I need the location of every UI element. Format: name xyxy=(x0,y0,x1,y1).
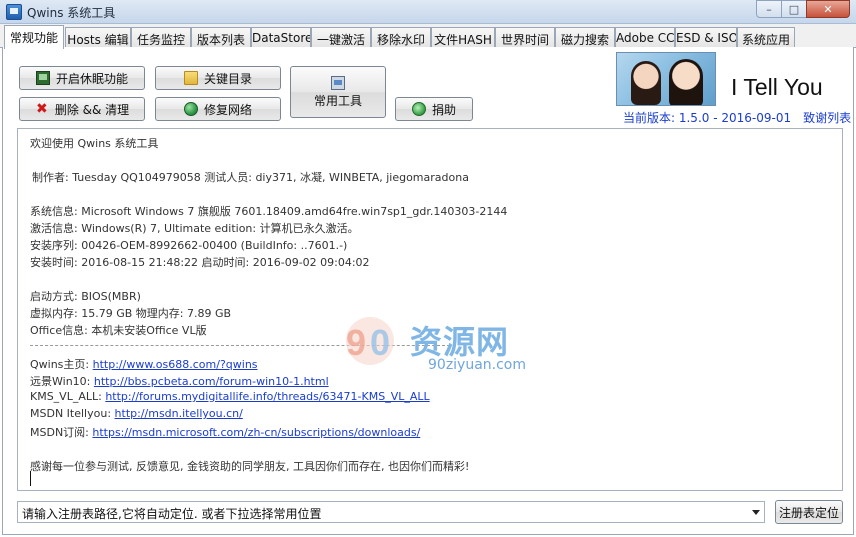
close-button[interactable]: ✕ xyxy=(806,0,850,18)
key-directories-button[interactable]: 关键目录 xyxy=(155,66,281,90)
minimize-button[interactable]: – xyxy=(756,0,782,18)
hibernate-button[interactable]: 开启休眠功能 xyxy=(19,66,145,90)
install-serial-line: 安装序列: 00426-OEM-8992662-00400 (BuildInfo… xyxy=(30,239,348,252)
tab-bar: 常规功能 Hosts 编辑 任务监控 版本列表 DataStore 一键激活 移… xyxy=(0,24,856,49)
thanks-list-link[interactable]: 致谢列表 xyxy=(803,111,851,125)
tab-datastore[interactable]: DataStore xyxy=(251,27,311,48)
install-time-line: 安装时间: 2016-08-15 21:48:22 启动时间: 2016-09-… xyxy=(30,256,370,269)
watermark-logo-icon: 9 0 xyxy=(346,317,394,365)
thanks-note-line: 感谢每一位参与测试, 反馈意见, 金钱资助的同学朋友, 工具因你们而存在, 也因… xyxy=(30,460,470,473)
link-label: KMS_VL_ALL: xyxy=(30,390,106,403)
window-title: Qwins 系统工具 xyxy=(27,6,116,20)
link-row-kms: KMS_VL_ALL: http://forums.mydigitallife.… xyxy=(30,390,430,403)
kms-vl-all-link[interactable]: http://forums.mydigitallife.info/threads… xyxy=(105,390,429,403)
link-label: MSDN订阅: xyxy=(30,426,93,439)
tab-file-hash[interactable]: 文件HASH xyxy=(431,27,495,48)
link-label: MSDN Itellyou: xyxy=(30,407,115,420)
tab-magnet-search[interactable]: 磁力搜索 xyxy=(555,27,615,48)
tools-icon xyxy=(331,75,345,90)
hibernate-button-label: 开启休眠功能 xyxy=(55,71,128,86)
pcbeta-win10-link[interactable]: http://bbs.pcbeta.com/forum-win10-1.html xyxy=(94,375,329,388)
link-row-itellyou: MSDN Itellyou: http://msdn.itellyou.cn/ xyxy=(30,407,243,420)
memory-line: 虚拟内存: 15.79 GB 物理内存: 7.89 GB xyxy=(30,307,232,320)
msdn-itellyou-link[interactable]: http://msdn.itellyou.cn/ xyxy=(115,407,243,420)
app-icon xyxy=(6,4,22,20)
delete-clean-button[interactable]: ✖ 删除 && 清理 xyxy=(19,97,145,121)
banner-image xyxy=(616,52,716,106)
tab-world-time[interactable]: 世界时间 xyxy=(495,27,555,48)
link-row-msdn: MSDN订阅: https://msdn.microsoft.com/zh-cn… xyxy=(30,424,420,440)
monitor-icon xyxy=(35,71,50,85)
tab-system-apps[interactable]: 系统应用 xyxy=(737,27,795,48)
dropdown-arrow-icon[interactable] xyxy=(752,510,760,515)
repair-network-button[interactable]: 修复网络 xyxy=(155,97,281,121)
registry-locate-button[interactable]: 注册表定位 xyxy=(775,500,843,524)
common-tools-button[interactable]: 常用工具 xyxy=(290,66,386,118)
banner-person-right xyxy=(669,59,703,105)
tab-esd-iso[interactable]: ESD & ISO xyxy=(675,27,737,48)
delete-icon: ✖ xyxy=(35,101,48,117)
version-label[interactable]: 当前版本: 1.5.0 - 2016-09-01 xyxy=(623,111,791,125)
welcome-line: 欢迎使用 Qwins 系统工具 xyxy=(30,137,159,150)
tab-one-key-activate[interactable]: 一键激活 xyxy=(311,27,371,48)
tab-version-list[interactable]: 版本列表 xyxy=(191,27,251,48)
tab-hosts-edit[interactable]: Hosts 编辑 xyxy=(65,27,131,48)
link-label: Qwins主页: xyxy=(30,358,93,371)
delete-clean-button-label: 删除 && 清理 xyxy=(54,102,130,117)
registry-path-combobox[interactable]: 请输入注册表路径,它将自动定位. 或者下拉选择常用位置 xyxy=(17,501,765,523)
separator-line xyxy=(30,345,450,346)
donate-button-label: 捐助 xyxy=(431,102,456,117)
watermark-cn-text: 资源网 xyxy=(410,323,510,361)
link-row-pcbeta: 远景Win10: http://bbs.pcbeta.com/forum-win… xyxy=(30,373,329,389)
common-tools-button-label: 常用工具 xyxy=(313,93,362,108)
banner-title: I Tell You xyxy=(731,74,823,100)
repair-network-button-label: 修复网络 xyxy=(203,102,252,117)
activation-line: 激活信息: Windows(R) 7, Ultimate edition: 计算… xyxy=(30,222,359,235)
watermark-en-text: 90ziyuan.com xyxy=(428,357,527,373)
tab-general[interactable]: 常规功能 xyxy=(4,25,64,49)
svg-text:9: 9 xyxy=(346,322,366,363)
folder-icon xyxy=(183,71,198,85)
banner-person-left xyxy=(631,61,661,105)
tab-remove-watermark[interactable]: 移除水印 xyxy=(371,27,431,48)
key-directories-button-label: 关键目录 xyxy=(203,71,252,86)
donate-button[interactable]: 捐助 xyxy=(395,97,473,121)
maximize-button[interactable]: □ xyxy=(781,0,807,18)
globe-icon xyxy=(183,102,198,116)
title-bar[interactable]: Qwins 系统工具 – □ ✕ xyxy=(0,0,856,24)
boot-mode-line: 启动方式: BIOS(MBR) xyxy=(30,290,141,303)
info-textbox[interactable]: 欢迎使用 Qwins 系统工具 制作者: Tuesday QQ104979058… xyxy=(17,128,843,491)
system-info-line: 系统信息: Microsoft Windows 7 旗舰版 7601.18409… xyxy=(30,205,508,218)
tab-adobe-cc[interactable]: Adobe CC xyxy=(615,27,675,48)
link-label: 远景Win10: xyxy=(30,375,94,388)
tab-task-monitor[interactable]: 任务监控 xyxy=(131,27,191,48)
version-row: 当前版本: 1.5.0 - 2016-09-01 致谢列表 xyxy=(623,109,851,126)
svg-text:0: 0 xyxy=(370,322,390,363)
window-controls: – □ ✕ xyxy=(756,0,850,18)
office-line: Office信息: 本机未安装Office VL版 xyxy=(30,324,207,337)
qwins-home-link[interactable]: http://www.os688.com/?qwins xyxy=(93,358,258,371)
author-line: 制作者: Tuesday QQ104979058 测试人员: diy371, 冰… xyxy=(32,171,469,184)
text-caret xyxy=(30,471,31,486)
msdn-subscriptions-link[interactable]: https://msdn.microsoft.com/zh-cn/subscri… xyxy=(92,426,420,439)
general-panel: 开启休眠功能 关键目录 常用工具 ✖ 删除 && 清理 修复网络 捐助 I Te… xyxy=(2,47,854,535)
registry-path-placeholder: 请输入注册表路径,它将自动定位. 或者下拉选择常用位置 xyxy=(22,507,322,521)
donate-icon xyxy=(411,102,426,116)
link-row-qwins: Qwins主页: http://www.os688.com/?qwins xyxy=(30,356,258,372)
